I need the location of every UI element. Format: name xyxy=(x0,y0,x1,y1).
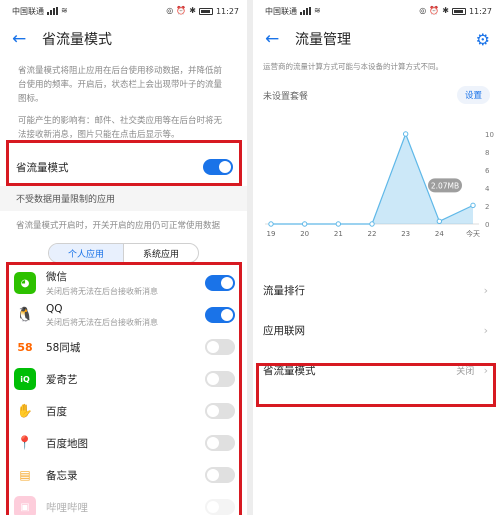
signal-icon xyxy=(300,7,311,15)
alarm-icon: ⏰ xyxy=(176,6,187,15)
menu-label: 流量排行 xyxy=(263,284,305,297)
data-point xyxy=(301,221,308,227)
clock: 11:27 xyxy=(468,6,492,16)
x-tick-label: 22 xyxy=(368,230,377,238)
data-point xyxy=(436,218,443,225)
carrier-label: 中国联通 xyxy=(265,6,297,16)
y-tick-label: 8 xyxy=(485,149,489,157)
signal-icon xyxy=(47,7,58,15)
settings-button[interactable]: 设置 xyxy=(456,86,490,104)
usage-chart: 024681019 20 21 22 23 24 今天2.07MB xyxy=(265,131,494,238)
gear-icon[interactable]: ⚙ xyxy=(476,30,490,49)
clock: 11:27 xyxy=(215,6,239,16)
y-tick-label: 6 xyxy=(485,167,490,175)
y-tick-label: 10 xyxy=(485,131,494,139)
data-point xyxy=(402,131,409,137)
page-title: 流量管理 xyxy=(295,32,351,48)
mode-impact: 可能产生的影响有：邮件、社交类应用等在后台时将无法接收新消息，图片只能在点击后显… xyxy=(18,116,223,140)
bluetooth-icon: ✱ xyxy=(442,6,449,15)
nfc-icon: ◎ xyxy=(419,6,427,15)
status-bar: 中国联通 ≋ ◎ ⏰ ✱ 11:27 xyxy=(253,0,500,22)
highlight-box xyxy=(6,262,242,515)
back-arrow-icon[interactable]: ← xyxy=(265,29,289,49)
y-tick-label: 2 xyxy=(485,203,489,211)
x-tick-label: 20 xyxy=(300,230,309,238)
plan-label: 未设置套餐 xyxy=(263,91,309,102)
carrier-label: 中国联通 xyxy=(12,6,44,16)
unrestricted-header: 不受数据用量限制的应用 xyxy=(0,186,247,211)
right-screen: 中国联通 ≋ ◎ ⏰ ✱ 11:27 ← 流量管理 ⚙ 运营商的流量计算方式可能… xyxy=(253,0,500,515)
battery-icon xyxy=(198,7,213,15)
left-screen: 中国联通 ≋ ◎ ⏰ ✱ 11:27 ← 省流量模式 省流量模式将阻止应用在后台… xyxy=(0,0,247,515)
alarm-icon: ⏰ xyxy=(429,6,440,15)
nfc-icon: ◎ xyxy=(166,6,174,15)
wifi-icon: ≋ xyxy=(314,6,321,15)
carrier-note: 运营商的流量计算方式可能与本设备的计算方式不同。 xyxy=(263,62,443,71)
wifi-icon: ≋ xyxy=(61,6,68,15)
unrestricted-description: 省流量模式开启时，开关开启的应用仍可正常使用数据 xyxy=(16,221,221,231)
menu-item-app-networking[interactable]: 应用联网 › xyxy=(253,310,500,350)
tab-personal-apps[interactable]: 个人应用 xyxy=(49,244,124,262)
highlight-box xyxy=(6,140,242,186)
data-point xyxy=(369,221,375,227)
title-bar: ← 流量管理 ⚙ xyxy=(253,22,500,56)
data-point xyxy=(470,202,476,209)
data-point xyxy=(335,221,342,227)
x-tick-label: 19 xyxy=(267,230,276,238)
chevron-right-icon: › xyxy=(483,283,488,297)
y-tick-label: 4 xyxy=(485,185,490,193)
x-tick-label: 21 xyxy=(334,230,343,238)
back-arrow-icon[interactable]: ← xyxy=(12,29,36,49)
highlight-box xyxy=(256,363,496,407)
battery-icon xyxy=(451,7,466,15)
plan-row: 未设置套餐 设置 xyxy=(253,80,500,110)
status-bar: 中国联通 ≋ ◎ ⏰ ✱ 11:27 xyxy=(0,0,247,22)
page-title: 省流量模式 xyxy=(42,32,112,48)
chevron-right-icon: › xyxy=(483,323,488,337)
mode-description: 省流量模式将阻止应用在后台使用移动数据，并降低前台使用的频率。开启后，状态栏上会… xyxy=(18,66,223,104)
x-tick-label: 今天 xyxy=(466,229,480,238)
bluetooth-icon: ✱ xyxy=(189,6,196,15)
menu-label: 应用联网 xyxy=(263,324,305,337)
y-tick-label: 0 xyxy=(485,221,489,229)
x-tick-label: 24 xyxy=(435,230,444,238)
x-tick-label: 23 xyxy=(401,230,410,238)
annotation-label: 2.07MB xyxy=(431,181,459,190)
data-point xyxy=(268,221,274,227)
title-bar: ← 省流量模式 xyxy=(0,22,247,56)
menu-item-traffic-ranking[interactable]: 流量排行 › xyxy=(253,270,500,310)
app-type-tabs: 个人应用 系统应用 xyxy=(48,243,199,263)
tab-system-apps[interactable]: 系统应用 xyxy=(124,244,198,262)
